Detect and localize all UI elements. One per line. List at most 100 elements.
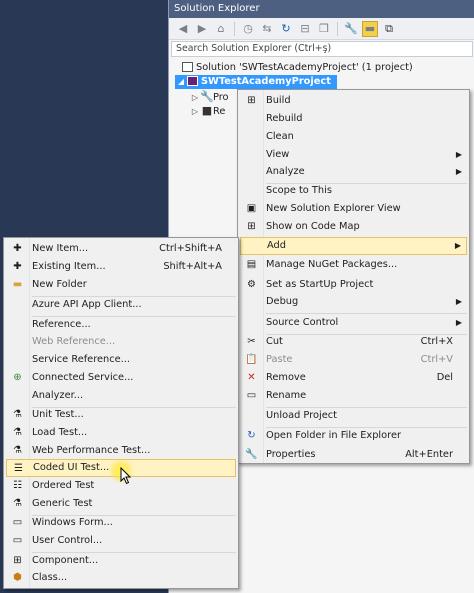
menu-rebuild[interactable]: Rebuild <box>240 110 467 128</box>
menu-user-control-label: User Control... <box>32 535 103 546</box>
nuget-icon: ▤ <box>246 259 257 270</box>
menu-scope-label: Scope to This <box>266 185 332 196</box>
expand-arrow-icon[interactable]: ▷ <box>189 105 201 119</box>
submenu-arrow-icon: ▶ <box>455 150 462 159</box>
submenu-arrow-icon: ▶ <box>454 241 461 250</box>
menu-clean-label: Clean <box>266 131 294 142</box>
load-test-icon: ⚗ <box>13 427 22 438</box>
component-icon: ⊞ <box>13 555 22 566</box>
menu-new-folder[interactable]: ▬ New Folder <box>6 276 236 294</box>
show-all-files-icon[interactable]: ❐ <box>316 21 332 37</box>
menu-set-startup[interactable]: ⚙ Set as StartUp Project <box>240 276 467 294</box>
menu-unload-label: Unload Project <box>266 410 337 421</box>
class-view-icon[interactable]: ⧉ <box>381 21 397 37</box>
menu-service-reference-label: Service Reference... <box>32 354 130 365</box>
collapse-all-icon[interactable]: ⊟ <box>297 21 313 37</box>
menu-load-test[interactable]: ⚗ Load Test... <box>6 424 236 442</box>
menu-cut[interactable]: ✂ Cut Ctrl+X <box>240 333 467 351</box>
menu-web-reference[interactable]: Web Reference... <box>6 333 236 351</box>
wrench-icon: 🔧 <box>200 90 214 103</box>
history-icon[interactable]: ◷ <box>240 21 256 37</box>
menu-generic-test[interactable]: ⚗ Generic Test <box>6 495 236 513</box>
menu-unit-test[interactable]: ⚗ Unit Test... <box>6 406 236 424</box>
menu-analyzer[interactable]: Analyzer... <box>6 387 236 405</box>
properties-label: Pro <box>213 92 229 103</box>
menu-show-on-code-map[interactable]: ⊞ Show on Code Map <box>240 218 467 236</box>
submenu-arrow-icon: ▶ <box>455 297 462 306</box>
menu-cut-label: Cut <box>266 336 283 347</box>
forward-icon[interactable]: ▶ <box>194 21 210 37</box>
menu-paste[interactable]: 📋 Paste Ctrl+V <box>240 351 467 369</box>
menu-azure-api-label: Azure API App Client... <box>32 299 142 310</box>
tree-solution-node[interactable]: Solution 'SWTestAcademyProject' (1 proje… <box>182 61 413 75</box>
menu-analyzer-label: Analyzer... <box>32 390 84 401</box>
menu-view[interactable]: View ▶ <box>240 146 467 164</box>
menu-properties-label: Properties <box>266 449 316 460</box>
references-icon: ■ <box>201 104 213 117</box>
menu-new-solution-explorer-view[interactable]: ▣ New Solution Explorer View <box>240 200 467 218</box>
menu-scope-to-this[interactable]: Scope to This <box>240 182 467 200</box>
menu-remove-shortcut: Del <box>436 372 453 383</box>
menu-unload-project[interactable]: Unload Project <box>240 407 467 425</box>
tree-properties-node[interactable]: ▷ 🔧Pro <box>189 90 229 105</box>
refresh-icon[interactable]: ↻ <box>278 21 294 37</box>
menu-existing-item[interactable]: ✚ Existing Item... Shift+Alt+A <box>6 258 236 276</box>
menu-component[interactable]: ⊞ Component... <box>6 552 236 570</box>
existing-item-icon: ✚ <box>13 261 22 272</box>
open-folder-refresh-icon: ↻ <box>247 430 256 441</box>
menu-reference[interactable]: Reference... <box>6 316 236 334</box>
test-flask-icon: ⚗ <box>13 409 22 420</box>
menu-web-perf-label: Web Performance Test... <box>32 445 151 456</box>
menu-source-control[interactable]: Source Control ▶ <box>240 314 467 332</box>
menu-rename[interactable]: ▭ Rename <box>240 387 467 405</box>
menu-source-control-label: Source Control <box>266 317 339 328</box>
menu-clean[interactable]: Clean <box>240 128 467 146</box>
menu-load-test-label: Load Test... <box>32 427 88 438</box>
menu-service-reference[interactable]: Service Reference... <box>6 351 236 369</box>
menu-cut-shortcut: Ctrl+X <box>420 336 453 347</box>
tree-project-node[interactable]: ◢ SWTestAcademyProject <box>175 75 337 89</box>
home-icon[interactable]: ⌂ <box>213 21 229 37</box>
menu-class[interactable]: ⬢ Class... <box>6 569 236 587</box>
menu-existing-item-label: Existing Item... <box>32 261 106 272</box>
menu-add-label: Add <box>267 240 286 251</box>
menu-remove-label: Remove <box>266 372 306 383</box>
menu-user-control[interactable]: ▭ User Control... <box>6 532 236 550</box>
search-input[interactable]: Search Solution Explorer (Ctrl+ş) <box>171 41 473 57</box>
menu-azure-api[interactable]: Azure API App Client... <box>6 296 236 314</box>
connected-service-icon: ⊕ <box>13 372 22 383</box>
menu-open-folder[interactable]: ↻ Open Folder in File Explorer <box>240 427 467 445</box>
expand-arrow-icon[interactable]: ◢ <box>175 75 187 89</box>
menu-build[interactable]: ⊞ Build <box>240 92 467 110</box>
properties-wrench-icon[interactable]: 🔧 <box>343 21 359 37</box>
scissors-icon: ✂ <box>247 336 256 347</box>
tree-references-node[interactable]: ▷ ■Re <box>189 104 225 119</box>
menu-paste-label: Paste <box>266 354 293 365</box>
menu-properties[interactable]: 🔧 Properties Alt+Enter <box>240 446 467 464</box>
menu-add[interactable]: Add ▶ <box>240 237 467 255</box>
paste-icon: 📋 <box>245 354 258 365</box>
sync-icon[interactable]: ⇆ <box>259 21 275 37</box>
menu-analyze-label: Analyze <box>266 166 305 177</box>
menu-analyze[interactable]: Analyze ▶ <box>240 163 467 181</box>
menu-component-label: Component... <box>32 555 99 566</box>
menu-unit-test-label: Unit Test... <box>32 409 84 420</box>
windows-form-icon: ▭ <box>12 517 23 528</box>
menu-connected-service[interactable]: ⊕ Connected Service... <box>6 369 236 387</box>
menu-nuget-label: Manage NuGet Packages... <box>266 259 398 270</box>
menu-windows-form[interactable]: ▭ Windows Form... <box>6 514 236 532</box>
menu-debug[interactable]: Debug ▶ <box>240 293 467 311</box>
menu-generic-test-label: Generic Test <box>32 498 93 509</box>
menu-manage-nuget[interactable]: ▤ Manage NuGet Packages... <box>240 256 467 274</box>
menu-paste-shortcut: Ctrl+V <box>420 354 453 365</box>
project-icon <box>187 76 198 86</box>
solution-explorer-toolbar: ◀ ▶ ⌂ ◷ ⇆ ↻ ⊟ ❐ 🔧 ▬ ⧉ <box>169 18 474 40</box>
menu-remove[interactable]: ✕ Remove Del <box>240 369 467 387</box>
back-icon[interactable]: ◀ <box>175 21 191 37</box>
menu-code-map-label: Show on Code Map <box>266 221 360 232</box>
solution-icon <box>182 62 193 72</box>
preview-icon[interactable]: ▬ <box>362 20 378 37</box>
menu-new-item[interactable]: ✚ New Item... Ctrl+Shift+A <box>6 240 236 258</box>
menu-connected-service-label: Connected Service... <box>32 372 134 383</box>
folder-icon: ▬ <box>12 279 23 290</box>
